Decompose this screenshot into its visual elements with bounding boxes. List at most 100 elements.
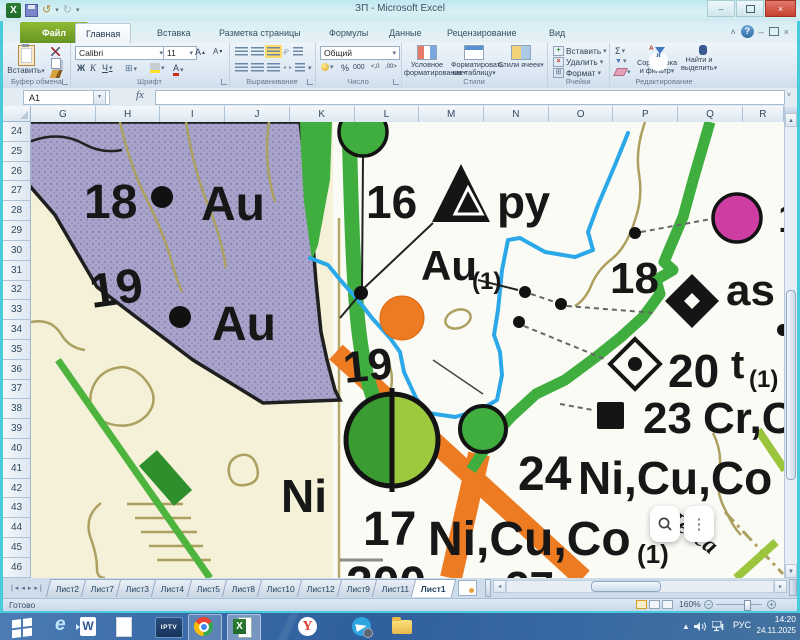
column-header-N[interactable]: N	[484, 106, 549, 122]
page-break-view-button[interactable]	[662, 600, 673, 609]
clipboard-dialog-launcher[interactable]	[62, 79, 68, 85]
internet-explorer-icon[interactable]: e	[55, 615, 66, 635]
font-size-select[interactable]: 11▾	[163, 46, 197, 60]
copy-button[interactable]	[51, 58, 61, 69]
zoom-in-button[interactable]: +	[767, 600, 776, 609]
cut-button[interactable]	[51, 47, 60, 56]
font-dialog-launcher[interactable]	[221, 79, 227, 85]
tab-home[interactable]: Главная	[75, 23, 131, 44]
scroll-left-button[interactable]: ◂	[493, 580, 506, 593]
row-header-25[interactable]: 25	[3, 142, 31, 162]
format-as-table-button[interactable]: Форматировать как таблицу▾	[451, 44, 497, 78]
row-header-31[interactable]: 31	[3, 261, 31, 281]
notepad-icon[interactable]	[116, 617, 132, 637]
row-header-44[interactable]: 44	[3, 518, 31, 538]
row-header-37[interactable]: 37	[3, 380, 31, 400]
column-header-G[interactable]: G	[31, 106, 96, 122]
prev-sheet-button[interactable]: ◂	[21, 584, 25, 592]
increase-decimal-button[interactable]: ˂,0	[371, 64, 380, 70]
decrease-indent-button[interactable]: ◂	[283, 64, 286, 71]
vertical-scrollbar[interactable]: ▲ ▼	[784, 106, 797, 578]
bold-button[interactable]: Ж	[77, 63, 85, 73]
normal-view-button[interactable]	[636, 600, 647, 609]
increase-indent-button[interactable]: ▸	[289, 64, 292, 71]
clock-time[interactable]: 14:20	[758, 614, 796, 624]
column-header-J[interactable]: J	[225, 106, 290, 122]
number-dialog-launcher[interactable]	[393, 79, 399, 85]
expand-formula-bar-icon[interactable]: ˅	[787, 92, 791, 99]
align-right-button[interactable]	[267, 63, 280, 72]
magnifier-button[interactable]	[650, 506, 680, 542]
row-header-34[interactable]: 34	[3, 320, 31, 340]
cell-styles-button[interactable]: Стили ячеек▾	[498, 44, 544, 70]
tab-review[interactable]: Рецензирование	[437, 23, 527, 43]
align-center-button[interactable]	[251, 63, 264, 72]
start-button[interactable]	[12, 618, 32, 638]
column-header-I[interactable]: I	[160, 106, 225, 122]
tab-view[interactable]: Вид	[539, 23, 575, 43]
maximize-button[interactable]	[736, 0, 764, 17]
insert-function-button[interactable]: fx	[136, 89, 144, 101]
row-header-29[interactable]: 29	[3, 221, 31, 241]
vertical-scroll-thumb[interactable]	[786, 290, 796, 480]
sheet-tab-active[interactable]: Лист1	[411, 579, 456, 597]
column-header-H[interactable]: H	[96, 106, 161, 122]
network-icon[interactable]	[712, 621, 725, 632]
row-header-24[interactable]: 24	[3, 122, 31, 142]
telegram-icon[interactable]	[352, 617, 371, 636]
insert-cells-button[interactable]: + Вставить▾	[553, 46, 607, 56]
sort-filter-button[interactable]: АЯ Сортировка и фильтр▾	[635, 45, 679, 76]
workbook-restore-icon[interactable]	[769, 27, 779, 36]
clock-date[interactable]: 24.11.2025	[748, 626, 796, 635]
word-icon[interactable]: W	[80, 617, 96, 636]
horizontal-scroll-thumb[interactable]	[591, 581, 661, 592]
row-header-41[interactable]: 41	[3, 459, 31, 479]
borders-button[interactable]: ⊞▾	[125, 63, 137, 74]
conditional-formatting-button[interactable]: Условное форматирование▾	[404, 44, 450, 78]
thousands-button[interactable]: 000	[353, 64, 365, 71]
first-sheet-button[interactable]: ❘◂	[9, 584, 18, 592]
delete-cells-button[interactable]: × Удалить▾	[553, 57, 603, 67]
grow-font-button[interactable]: А▴	[195, 47, 205, 57]
row-header-45[interactable]: 45	[3, 538, 31, 558]
next-sheet-button[interactable]: ▸	[28, 584, 32, 592]
row-header-39[interactable]: 39	[3, 419, 31, 439]
tab-formulas[interactable]: Формулы	[319, 23, 378, 43]
row-header-43[interactable]: 43	[3, 498, 31, 518]
horizontal-scrollbar[interactable]	[506, 580, 774, 593]
align-middle-button[interactable]	[251, 47, 264, 56]
autosum-button[interactable]: Σ▾	[615, 46, 625, 56]
last-sheet-button[interactable]: ▸❘	[34, 584, 43, 592]
column-header-K[interactable]: K	[290, 106, 355, 122]
scroll-down-button[interactable]: ▼	[785, 564, 797, 578]
align-top-button[interactable]	[235, 47, 248, 56]
alignment-dialog-launcher[interactable]	[307, 79, 313, 85]
column-header-R[interactable]: R	[743, 106, 784, 122]
tab-scroll-splitter[interactable]	[485, 579, 491, 597]
scrollbar-resize-grip[interactable]	[789, 579, 797, 596]
volume-icon[interactable]	[694, 621, 706, 632]
row-header-36[interactable]: 36	[3, 360, 31, 380]
zoom-out-button[interactable]: −	[704, 600, 713, 609]
tray-expand-icon[interactable]: ▲	[682, 622, 690, 631]
row-header-30[interactable]: 30	[3, 241, 31, 261]
row-header-38[interactable]: 38	[3, 399, 31, 419]
workbook-minimize-icon[interactable]: –	[759, 27, 764, 37]
wrap-text-button[interactable]	[293, 47, 303, 56]
page-layout-view-button[interactable]	[649, 600, 660, 609]
formula-input[interactable]	[155, 90, 785, 105]
row-header-46[interactable]: 46	[3, 558, 31, 578]
fill-color-button[interactable]: ▾	[150, 63, 165, 73]
accounting-format-button[interactable]: ▾	[321, 63, 334, 71]
percent-button[interactable]: %	[341, 63, 349, 73]
tab-data[interactable]: Данные	[379, 23, 432, 43]
clear-button[interactable]: ▾	[615, 68, 631, 76]
row-header-27[interactable]: 27	[3, 181, 31, 201]
workbook-close-icon[interactable]: ×	[784, 27, 789, 37]
row-header-32[interactable]: 32	[3, 281, 31, 301]
decrease-decimal-button[interactable]: ,00˃	[385, 64, 397, 70]
tab-insert[interactable]: Вставка	[147, 23, 200, 43]
row-header-35[interactable]: 35	[3, 340, 31, 360]
paste-button[interactable]: Вставить▾	[7, 45, 45, 75]
row-header-28[interactable]: 28	[3, 201, 31, 221]
